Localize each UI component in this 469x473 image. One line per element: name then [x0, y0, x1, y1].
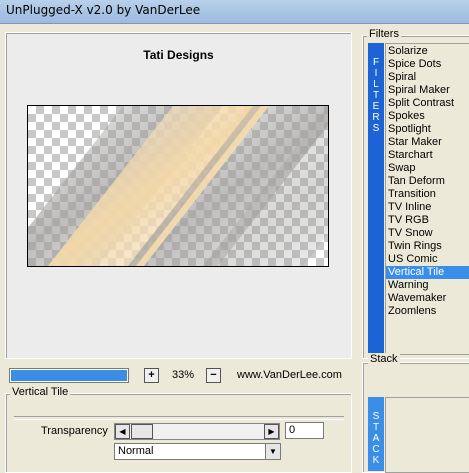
zoom-in-button[interactable]: +	[144, 368, 159, 383]
preview-canvas[interactable]	[27, 105, 329, 267]
filter-item[interactable]: Split Contrast	[386, 97, 469, 110]
window-title: UnPlugged-X v2.0 by VanDerLee	[6, 3, 201, 17]
stack-area[interactable]	[385, 397, 469, 473]
filter-item[interactable]: Star Maker	[386, 136, 469, 149]
filter-item[interactable]: Swap	[386, 162, 469, 175]
filter-item[interactable]: Spotlight	[386, 123, 469, 136]
strip-letter: L	[373, 79, 379, 90]
strip-letter: A	[372, 433, 380, 444]
preview-image	[28, 106, 328, 266]
filter-item[interactable]: TV Inline	[386, 201, 469, 214]
filter-item[interactable]: Transition	[386, 188, 469, 201]
filters-strip: FILTERS	[368, 43, 384, 353]
strip-letter: E	[372, 101, 380, 112]
filter-item[interactable]: Starchart	[386, 149, 469, 162]
strip-letter: T	[372, 422, 380, 433]
filter-list[interactable]: Solarize Spice Dots Spiral Spiral Maker Spli…	[385, 43, 469, 355]
settings-group-label: Vertical Tile	[10, 386, 71, 398]
zoom-level: 33%	[172, 369, 195, 381]
filter-item[interactable]: Spokes	[386, 110, 469, 123]
strip-letter: T	[372, 90, 380, 101]
filter-item[interactable]: Wavemaker	[386, 292, 469, 305]
transparency-label: Transparency	[41, 425, 108, 437]
filter-item[interactable]: TV RGB	[386, 214, 469, 227]
filter-item[interactable]: US Comic	[386, 253, 469, 266]
filters-label: Filters	[367, 28, 401, 40]
strip-letter: S	[372, 411, 380, 422]
filter-item[interactable]: Spiral	[386, 71, 469, 84]
transparency-slider[interactable]: ◀ ▶	[114, 423, 280, 440]
filter-item[interactable]: Tan Deform	[386, 175, 469, 188]
filter-item[interactable]: Spiral Maker	[386, 84, 469, 97]
blend-mode-value: Normal	[118, 445, 154, 457]
chevron-down-icon[interactable]: ▼	[265, 444, 280, 459]
progress-fill	[11, 370, 127, 381]
chevron-left-icon[interactable]: ◀	[115, 424, 130, 439]
strip-letter: I	[374, 68, 378, 79]
chevron-right-icon[interactable]: ▶	[264, 424, 279, 439]
title-bar: UnPlugged-X v2.0 by VanDerLee	[0, 0, 469, 24]
stack-strip: STACK	[368, 397, 384, 471]
filter-item[interactable]: Solarize	[386, 45, 469, 58]
preview-panel: Tati Designs	[5, 32, 352, 359]
website-link[interactable]: www.VanDerLee.com	[237, 369, 342, 381]
filter-item[interactable]: Zoomlens	[386, 305, 469, 318]
stack-label: Stack	[368, 353, 400, 365]
strip-letter: C	[372, 444, 380, 455]
strip-letter: S	[372, 123, 380, 134]
strip-letter: R	[372, 112, 380, 123]
zoom-out-button[interactable]: −	[206, 368, 221, 383]
divider	[14, 416, 344, 420]
strip-letter: K	[372, 455, 380, 466]
slider-thumb[interactable]	[131, 424, 153, 439]
transparency-value-field[interactable]: 0	[285, 422, 324, 439]
filter-item[interactable]: Spice Dots	[386, 58, 469, 71]
filter-item[interactable]: TV Snow	[386, 227, 469, 240]
preview-title: Tati Designs	[143, 48, 214, 62]
blend-mode-select[interactable]: Normal ▼	[114, 443, 281, 460]
filter-item[interactable]: Twin Rings	[386, 240, 469, 253]
progress-bar	[9, 368, 129, 383]
filter-item[interactable]: Warning	[386, 279, 469, 292]
strip-letter: F	[372, 57, 380, 68]
filter-item[interactable]: Vertical Tile	[386, 266, 469, 279]
